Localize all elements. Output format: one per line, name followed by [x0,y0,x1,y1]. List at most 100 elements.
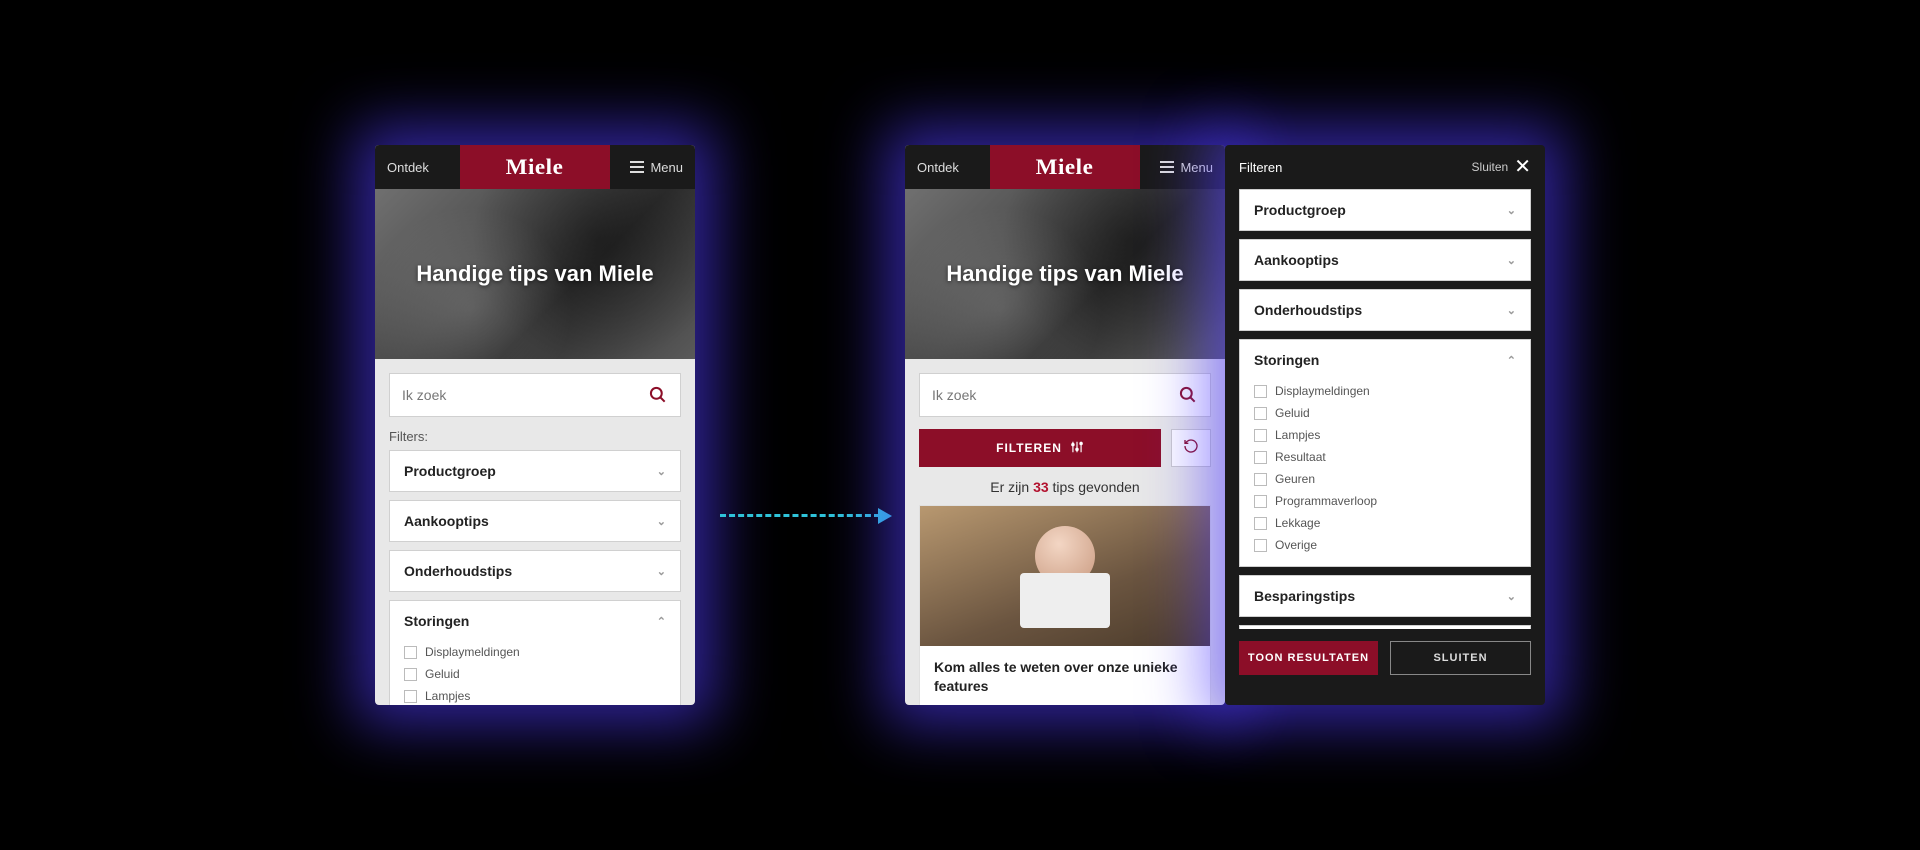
checkbox-icon[interactable] [404,690,417,703]
filter-aankooptips[interactable]: Aankooptips⌄ [1239,239,1531,281]
checkbox-icon[interactable] [404,668,417,681]
option-row[interactable]: Overige [1254,534,1516,556]
close-label: Sluiten [1472,160,1509,174]
chevron-up-icon: ⌃ [657,615,666,628]
result-prefix: Er zijn [990,479,1033,495]
content-area: Filters: Productgroep⌄ Aankooptips⌄ Onde… [375,359,695,705]
modal-body: Productgroep⌄ Aankooptips⌄ Onderhoudstip… [1225,189,1545,629]
filter-onderhoudstips[interactable]: Onderhoudstips ⌄ [1239,289,1531,331]
phone-before: Ontdek Miele Menu Handige tips van Miele… [375,145,695,705]
option-row[interactable]: Geuren [1254,468,1516,490]
checkbox-icon[interactable] [1254,539,1267,552]
search-input[interactable] [402,387,648,403]
filter-options: Displaymeldingen Geluid Lampjes [390,641,680,705]
filter-label: Onderhoudstips [404,563,512,579]
chevron-down-icon: ⌄ [657,565,666,578]
option-row[interactable]: Displaymeldingen [404,641,666,663]
option-row[interactable]: Lampjes [404,685,666,705]
close-icon: ✕ [1514,157,1531,177]
chevron-down-icon: ⌄ [1507,204,1516,217]
brand-logo: Miele [1036,154,1094,180]
checkbox-icon[interactable] [1254,407,1267,420]
brand-logo: Miele [506,154,564,180]
header-menu[interactable]: Menu [1140,145,1225,189]
option-row[interactable]: Lekkage [1254,512,1516,534]
filter-productgroep[interactable]: Productgroep ⌄ [1239,189,1531,231]
option-label: Lekkage [1275,516,1320,530]
cancel-button[interactable]: SLUITEN [1390,641,1531,675]
chevron-up-icon: ⌃ [1507,354,1516,367]
card-image [920,506,1210,646]
filter-storingen[interactable]: Storingen ⌃ Displaymeldingen Geluid Lampj… [1239,339,1531,567]
checkbox-icon[interactable] [1254,451,1267,464]
chevron-down-icon: ⌄ [1507,590,1516,603]
modal-close-button[interactable]: Sluiten ✕ [1472,157,1531,177]
checkbox-icon[interactable] [1254,473,1267,486]
result-card[interactable]: Kom alles te weten over onze unieke feat… [919,505,1211,705]
checkbox-icon[interactable] [1254,385,1267,398]
phone-filter-modal: Filteren Sluiten ✕ Productgroep ⌄ Aankoop… [1225,145,1545,705]
option-label: Lampjes [425,689,470,703]
filter-action-row: FILTEREN [919,429,1211,467]
filter-aankooptips[interactable]: Aankooptips⌄ [389,500,681,542]
option-row[interactable]: Lampjes [1254,424,1516,446]
filter-productgroep[interactable]: Productgroep⌄ [389,450,681,492]
option-label: Displaymeldingen [425,645,520,659]
header-logo[interactable]: Miele [460,145,610,189]
filter-label: Besparingstips [1254,588,1355,604]
checkbox-icon[interactable] [1254,495,1267,508]
filters-heading: Filters: [389,429,681,444]
chevron-down-icon: ⌄ [1507,304,1516,317]
filter-button-label: FILTEREN [996,441,1062,455]
arrow-icon [720,514,880,517]
option-row[interactable]: Geluid [404,663,666,685]
modal-title: Filteren [1239,160,1282,175]
filter-label: Storingen [404,613,469,629]
header-logo[interactable]: Miele [990,145,1140,189]
chevron-down-icon: ⌄ [657,515,666,528]
button-label: TOON RESULTATEN [1248,652,1369,664]
filter-besparingstips[interactable]: Besparingstips ⌄ [1239,575,1531,617]
hero-banner: Handige tips van Miele [375,189,695,359]
header-menu[interactable]: Menu [610,145,695,189]
header-discover[interactable]: Ontdek [375,145,460,189]
option-row[interactable]: Resultaat [1254,446,1516,468]
filter-label: Aankooptips [1254,252,1339,268]
option-row[interactable]: Geluid [1254,402,1516,424]
chevron-down-icon: ⌄ [657,465,666,478]
show-results-button[interactable]: TOON RESULTATEN [1239,641,1378,675]
card-title: Kom alles te weten over onze unieke feat… [920,646,1210,705]
option-label: Geluid [1275,406,1310,420]
modal-footer: TOON RESULTATEN SLUITEN [1225,629,1545,687]
reset-filters-button[interactable] [1171,429,1211,467]
result-count: Er zijn 33 tips gevonden [919,479,1211,495]
filter-label: Onderhoudstips [1254,302,1362,318]
option-label: Geluid [425,667,460,681]
checkbox-icon[interactable] [1254,517,1267,530]
checkbox-icon[interactable] [1254,429,1267,442]
app-header: Ontdek Miele Menu [375,145,695,189]
flow-arrow [695,334,905,517]
filter-storingen[interactable]: Storingen ⌃ Displaymeldingen Geluid Lampj… [389,600,681,705]
checkbox-icon[interactable] [404,646,417,659]
result-number: 33 [1033,479,1049,495]
option-row[interactable]: Programmaverloop [1254,490,1516,512]
search-input[interactable] [932,387,1178,403]
hero-title: Handige tips van Miele [946,261,1183,287]
filter-label: Productgroep [1254,202,1346,218]
content-area: FILTEREN Er zijn 33 tips gevonden Kom al… [905,359,1225,705]
phone-middle: Ontdek Miele Menu Handige tips van Miele… [905,145,1225,705]
search-icon[interactable] [1178,385,1198,405]
filter-onderhoudstips[interactable]: Onderhoudstips ⌄ [389,550,681,592]
header-discover[interactable]: Ontdek [905,145,990,189]
filter-label: Storingen [1254,352,1319,368]
option-label: Resultaat [1275,450,1326,464]
open-filters-button[interactable]: FILTEREN [919,429,1161,467]
menu-label: Menu [650,160,683,175]
app-header: Ontdek Miele Menu [905,145,1225,189]
discover-label: Ontdek [917,160,959,175]
option-label: Geuren [1275,472,1315,486]
button-label: SLUITEN [1433,652,1487,664]
search-icon[interactable] [648,385,668,405]
option-row[interactable]: Displaymeldingen [1254,380,1516,402]
